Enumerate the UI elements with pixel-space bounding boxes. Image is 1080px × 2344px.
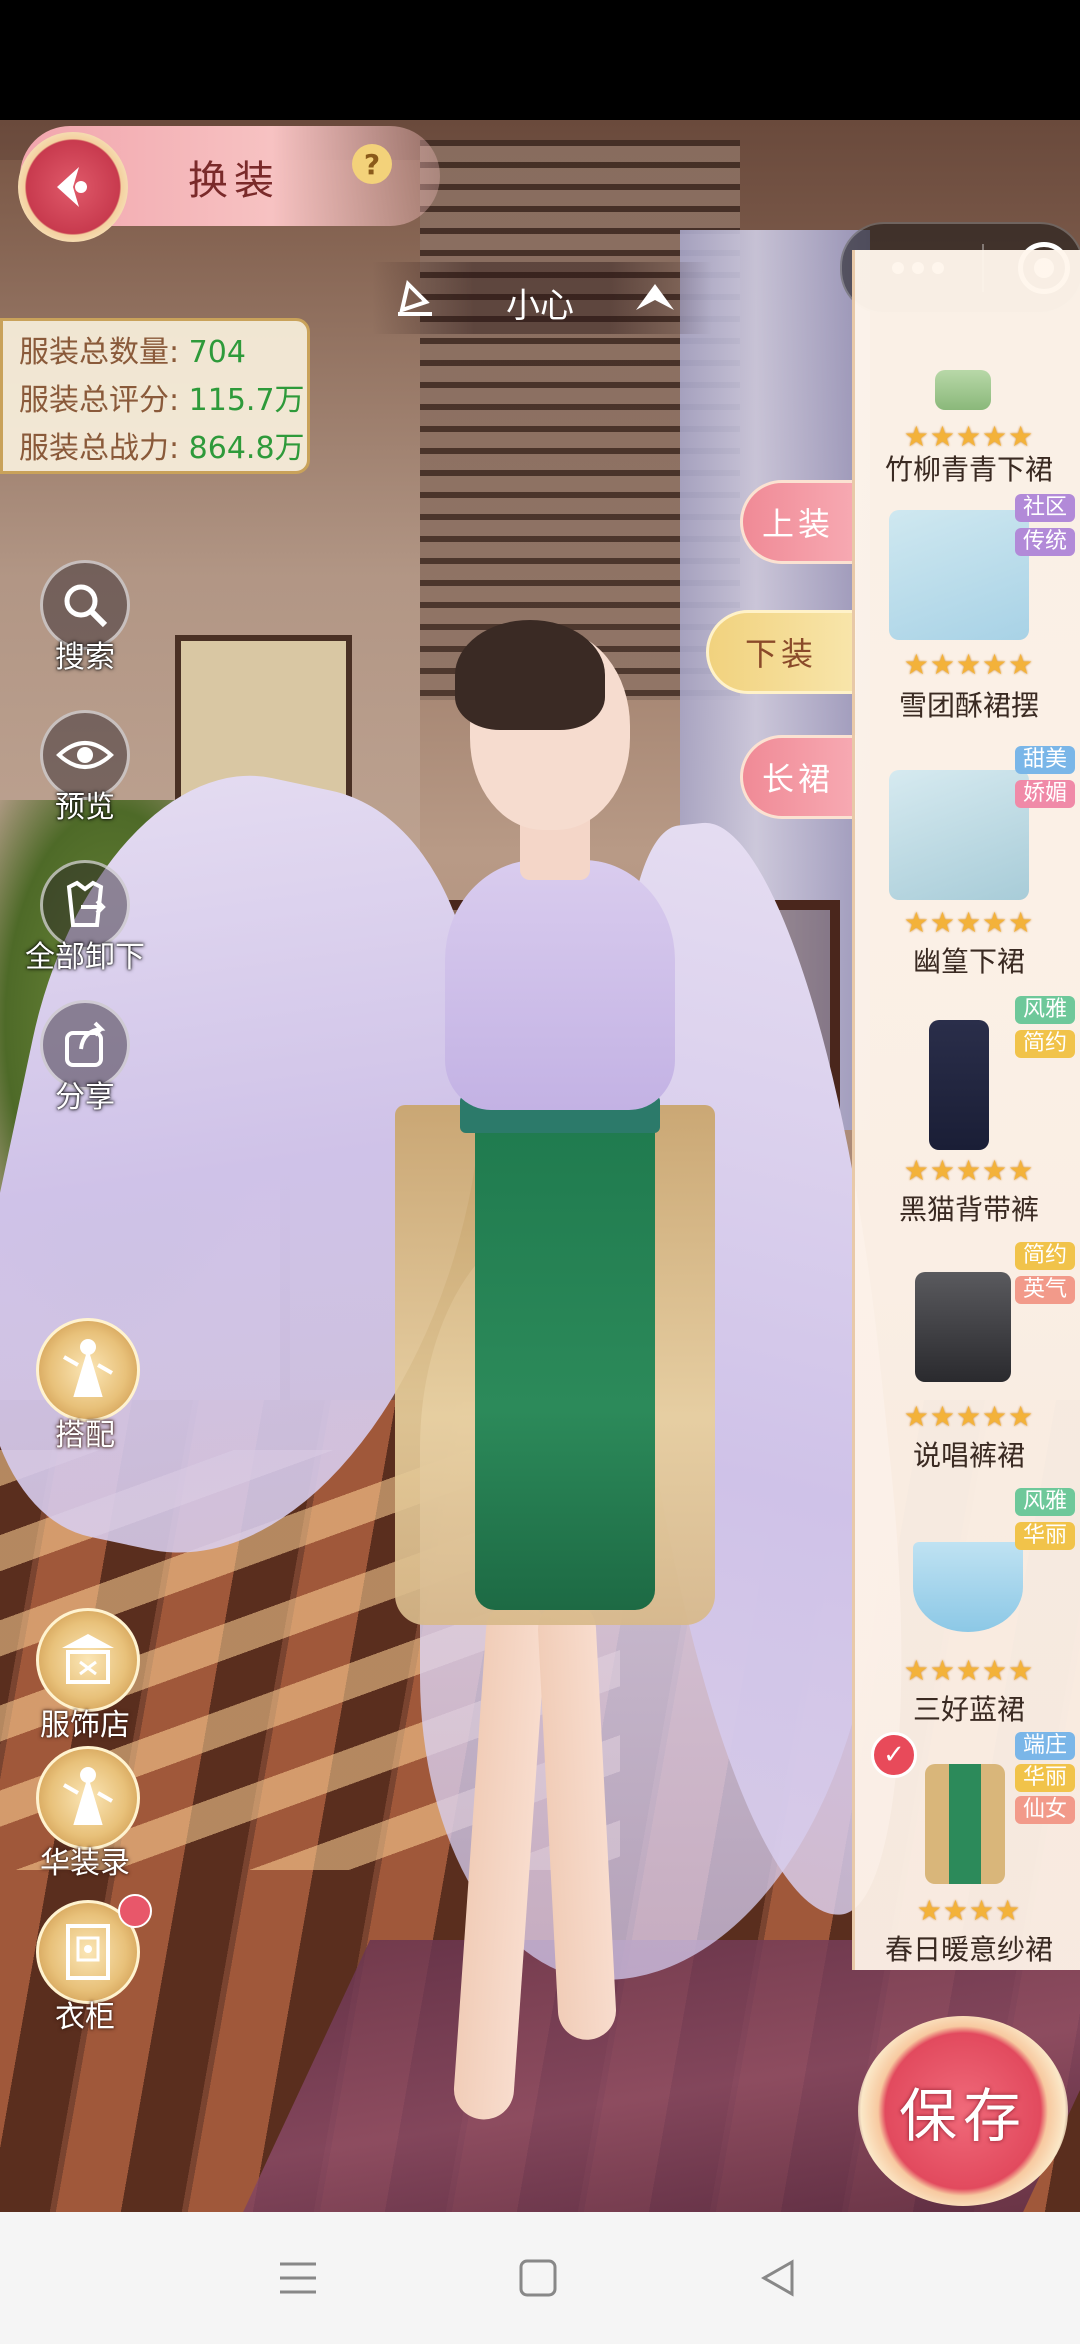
wardrobe-button[interactable]: 衣柜 (0, 1894, 170, 2040)
status-bar (0, 0, 1080, 120)
style-tag: 娇媚 (1014, 780, 1075, 808)
top-garment (445, 860, 675, 1110)
item-thumbnail (889, 510, 1029, 640)
style-tag: 传统 (1014, 528, 1075, 556)
stat-row: 服装总战力: 864.8万 (19, 431, 305, 466)
list-item[interactable]: 风雅 华丽 ★★★★★ 三好蓝裙 (855, 1482, 1080, 1730)
tab-tops[interactable]: 上装 (740, 480, 856, 564)
green-skirt-panel (475, 1110, 655, 1610)
shop-icon (36, 1608, 140, 1712)
item-thumbnail (913, 1542, 1023, 1632)
edit-name-icon[interactable] (392, 274, 438, 320)
tab-bottoms[interactable]: 下装 (706, 610, 856, 694)
item-thumbnail (935, 370, 991, 410)
stat-row: 服装总评分: 115.7万 (19, 383, 305, 418)
undress-all-button[interactable]: 全部卸下 (0, 860, 160, 980)
back-button[interactable] (18, 132, 128, 242)
notification-badge (118, 1894, 152, 1928)
list-item[interactable]: 甜美 娇媚 ★★★★★ 幽篁下裙 (855, 740, 1080, 988)
style-tag: 华丽 (1014, 1522, 1075, 1550)
item-thumbnail (915, 1272, 1011, 1382)
tab-dresses[interactable]: 长裙 (740, 735, 856, 819)
item-thumbnail (929, 1020, 989, 1150)
equipped-check-icon: ✓ (871, 1732, 917, 1778)
list-item[interactable]: 风雅 简约 ★★★★★ 黑猫背带裤 (855, 990, 1080, 1238)
wardrobe-stats-panel: 服装总数量: 704 服装总评分: 115.7万 服装总战力: 864.8万 (0, 318, 310, 474)
style-tag: 社区 (1014, 494, 1075, 522)
back-emblem-icon (57, 167, 87, 207)
list-item[interactable]: ✓ 端庄 华丽 仙女 ★★★★ 春日暖意纱裙 (855, 1728, 1080, 1970)
apparel-shop-button[interactable]: 服饰店 (0, 1608, 170, 1748)
style-tag: 简约 (1014, 1242, 1075, 1270)
page-title: 换装 (188, 158, 280, 204)
style-tag: 风雅 (1014, 996, 1075, 1024)
list-item[interactable]: ★★★★★ 竹柳青青下裙 (855, 250, 1080, 486)
item-thumbnail (925, 1764, 1005, 1884)
preview-button[interactable]: 预览 (0, 710, 160, 830)
style-tag: 甜美 (1014, 746, 1075, 774)
costume-record-button[interactable]: 华装录 (0, 1746, 170, 1886)
chevron-up-icon[interactable] (630, 276, 680, 316)
style-tag: 华丽 (1014, 1764, 1075, 1792)
style-tag: 仙女 (1014, 1796, 1075, 1824)
save-button[interactable]: 保存 (858, 2016, 1068, 2206)
style-tag: 风雅 (1014, 1488, 1075, 1516)
style-tag: 简约 (1014, 1030, 1075, 1058)
outfit-match-button[interactable]: 搭配 (0, 1318, 170, 1458)
dancer-icon (36, 1746, 140, 1850)
menu-icon[interactable] (268, 2248, 328, 2308)
share-button[interactable]: 分享 (0, 1000, 160, 1120)
home-icon[interactable] (508, 2248, 568, 2308)
list-item[interactable]: 简约 英气 ★★★★★ 说唱裤裙 (855, 1236, 1080, 1484)
system-navigation-bar (0, 2212, 1080, 2344)
stat-row: 服装总数量: 704 (19, 335, 246, 370)
list-item[interactable]: 社区 传统 ★★★★★ 雪团酥裙摆 (855, 490, 1080, 738)
search-button[interactable]: 搜索 (0, 560, 160, 680)
back-triangle-icon[interactable] (748, 2248, 808, 2308)
hair (455, 620, 605, 730)
clothing-item-list[interactable]: ★★★★★ 竹柳青青下裙 社区 传统 ★★★★★ 雪团酥裙摆 甜美 娇媚 ★★★… (852, 250, 1080, 1970)
question-icon[interactable]: ? (352, 144, 392, 184)
dancer-icon (36, 1318, 140, 1422)
character-name: 小心 (506, 286, 574, 326)
item-thumbnail (889, 770, 1029, 900)
style-tag: 英气 (1014, 1276, 1075, 1304)
style-tag: 端庄 (1014, 1732, 1075, 1760)
